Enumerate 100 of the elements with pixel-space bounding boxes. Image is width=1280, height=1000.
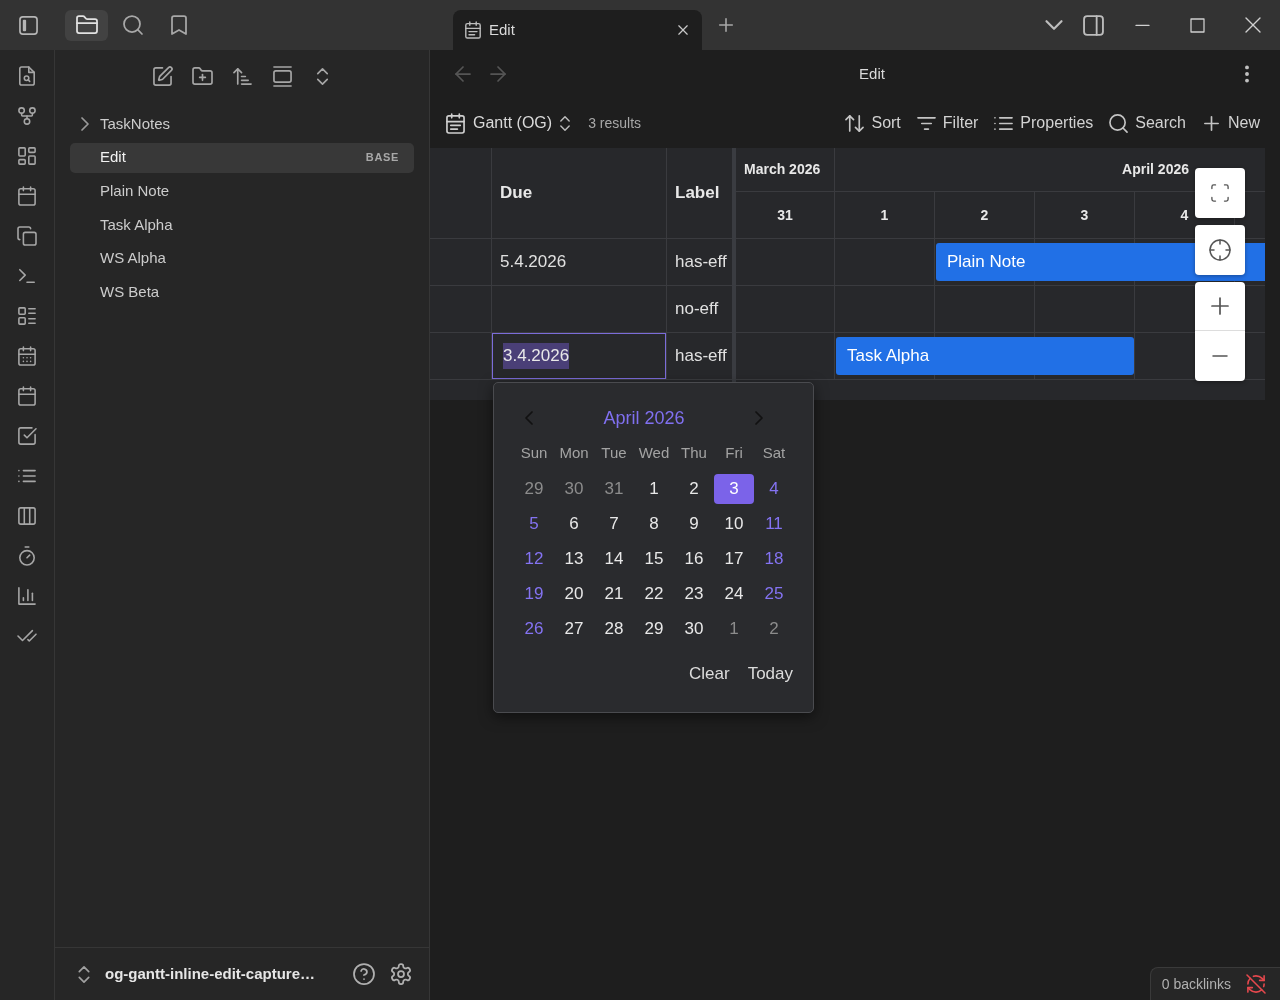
table-cell-text: has-eff — [674, 345, 727, 368]
file-item[interactable]: Edit BASE — [70, 142, 414, 173]
close-tab-button[interactable] — [675, 22, 691, 38]
weekday-label: Sun — [520, 443, 548, 464]
search-icon — [1109, 113, 1129, 133]
task-bar[interactable]: Task Alpha — [836, 337, 1134, 375]
vault-switcher[interactable]: og-gantt-inline-edit-capture… — [78, 962, 315, 986]
weekday-label: Tue — [601, 443, 627, 464]
calendar-day[interactable]: 7 — [594, 508, 634, 539]
calendar-day[interactable]: 9 — [674, 508, 714, 539]
settings-button[interactable] — [391, 964, 411, 984]
folder-item[interactable]: TaskNotes — [70, 109, 414, 139]
dashboard-icon — [18, 147, 36, 165]
weekday-label: Mon — [559, 443, 589, 464]
calendar-day[interactable]: 1 — [714, 613, 754, 644]
file-item[interactable]: Plain Note — [70, 176, 414, 207]
plus-icon — [1212, 298, 1228, 314]
help-button[interactable] — [354, 964, 374, 984]
calendar-day[interactable]: 29 — [514, 473, 554, 504]
calendar-day[interactable]: 18 — [754, 543, 794, 574]
layout-list-icon — [18, 307, 36, 325]
calendar-day[interactable]: 5 — [514, 508, 554, 539]
sort-icon — [232, 66, 252, 86]
calendar-day[interactable]: 29 — [634, 613, 674, 644]
pen-icon — [152, 66, 172, 86]
calendar-month-title: April 2026 — [603, 406, 685, 430]
weekday-label: Wed — [638, 443, 670, 464]
settings-icon — [391, 964, 411, 984]
calendar-day[interactable]: 12 — [514, 543, 554, 574]
table-cell-text: no-eff — [674, 298, 719, 321]
calendar-day[interactable]: 13 — [554, 543, 594, 574]
terminal-icon — [18, 267, 36, 285]
chevron-up-down-icon — [78, 965, 90, 983]
tab[interactable]: Edit — [453, 10, 702, 50]
today-button[interactable]: Today — [745, 659, 795, 689]
day-label: 2 — [980, 205, 989, 225]
expand-icon — [1211, 184, 1229, 202]
calendar-day[interactable]: 22 — [634, 578, 674, 609]
calendar-day[interactable]: 20 — [554, 578, 594, 609]
calendar-day[interactable]: 17 — [714, 543, 754, 574]
calendar-day[interactable]: 26 — [514, 613, 554, 644]
new-button[interactable]: New — [1199, 108, 1263, 138]
calendar-day[interactable]: 30 — [674, 613, 714, 644]
calendar-day[interactable]: 15 — [634, 543, 674, 574]
calendar-day[interactable]: 28 — [594, 613, 634, 644]
calendar-day[interactable]: 1 — [634, 473, 674, 504]
minus-icon — [1212, 355, 1228, 357]
calendar-day[interactable]: 4 — [754, 473, 794, 504]
sidebar-tab[interactable] — [65, 9, 108, 41]
calendar-day[interactable]: 8 — [634, 508, 674, 539]
chevron-right-icon — [755, 411, 763, 425]
help-icon — [354, 964, 374, 984]
branch-icon — [18, 107, 36, 125]
calendar-day[interactable]: 10 — [714, 508, 754, 539]
calendar-day[interactable]: 25 — [754, 578, 794, 609]
calendar-day[interactable]: 31 — [594, 473, 634, 504]
file-item[interactable]: Task Alpha — [70, 209, 414, 240]
search-button[interactable]: Search — [1106, 108, 1189, 138]
file-item[interactable]: WS Alpha — [70, 243, 414, 274]
center-view-button[interactable] — [1195, 225, 1245, 275]
calendar-day[interactable]: 2 — [754, 613, 794, 644]
sort-button[interactable]: Sort — [842, 108, 904, 138]
minimize-icon — [1136, 24, 1149, 26]
file-item[interactable]: WS Beta — [70, 276, 414, 307]
calendar-day[interactable]: 2 — [674, 473, 714, 504]
files-icon — [18, 227, 36, 245]
calendar-day[interactable]: 3 — [714, 473, 754, 504]
properties-button[interactable]: Properties — [991, 108, 1097, 138]
bookmark-icon — [168, 15, 189, 35]
clear-button[interactable]: Clear — [687, 659, 732, 689]
filter-button[interactable]: Filter — [913, 108, 982, 138]
calendar-day[interactable]: 27 — [554, 613, 594, 644]
table-cell-text: has-eff — [674, 251, 727, 274]
calendar-icon — [18, 387, 36, 405]
calendar-day[interactable]: 11 — [754, 508, 794, 539]
chevron-icon — [81, 117, 89, 131]
plus-icon — [717, 16, 735, 34]
folder-plus-icon — [192, 66, 212, 86]
date-input-field[interactable]: 3.4.2026 — [492, 333, 666, 379]
list-icon — [18, 467, 36, 485]
view-switcher[interactable]: Gantt (OG) — [446, 111, 571, 135]
close-icon — [676, 23, 690, 37]
month-label: March 2026 — [744, 160, 821, 179]
checkbox-icon — [18, 427, 36, 445]
calendar-day[interactable]: 24 — [714, 578, 754, 609]
calendar-day[interactable]: 14 — [594, 543, 634, 574]
weekday-label: Fri — [725, 443, 743, 464]
sidebar-toggle-icon — [1082, 14, 1104, 36]
fullscreen-button[interactable] — [1195, 168, 1245, 218]
calendar-day[interactable]: 30 — [554, 473, 594, 504]
table-cell-text: 5.4.2026 — [499, 251, 567, 274]
calendar-icon — [465, 22, 481, 38]
view-title: Edit — [859, 63, 885, 84]
month-label: April 2026 — [1122, 160, 1189, 179]
calendar-day[interactable]: 6 — [554, 508, 594, 539]
calendar-day[interactable]: 23 — [674, 578, 714, 609]
calendar-day[interactable]: 21 — [594, 578, 634, 609]
sync-off-icon — [1247, 975, 1265, 993]
calendar-day[interactable]: 16 — [674, 543, 714, 574]
calendar-day[interactable]: 19 — [514, 578, 554, 609]
